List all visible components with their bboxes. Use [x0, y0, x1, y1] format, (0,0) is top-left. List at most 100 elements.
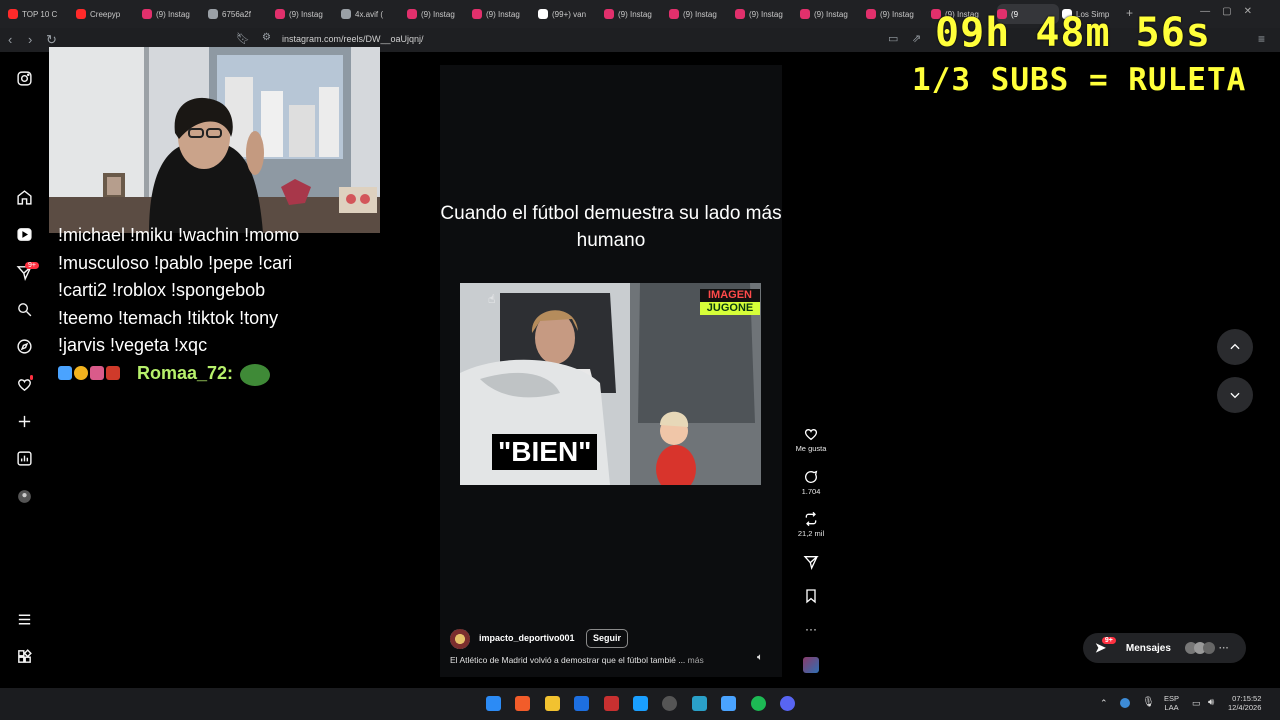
- profile-icon[interactable]: [14, 486, 34, 506]
- comment-count: 1.704: [801, 487, 821, 496]
- mouse-cursor-icon: ☝︎: [488, 292, 496, 306]
- language-indicator[interactable]: ESP LAA: [1164, 694, 1179, 712]
- video-tag-bottom: JUGONE: [700, 302, 760, 315]
- tab-favicon-icon: [800, 9, 810, 19]
- tab-favicon-icon: [538, 9, 548, 19]
- bing-icon[interactable]: [574, 696, 589, 711]
- cast-icon[interactable]: ▭: [888, 32, 898, 45]
- discord-icon[interactable]: [780, 696, 795, 711]
- tab-label: (9) Instag: [683, 9, 717, 19]
- save-button[interactable]: [795, 588, 827, 604]
- system-clock[interactable]: 07:15:52 12/4/2026: [1228, 694, 1261, 712]
- display-icon[interactable]: ▭: [1192, 698, 1201, 709]
- tray-expand-icon[interactable]: ⌃: [1100, 698, 1108, 709]
- create-icon[interactable]: [14, 411, 34, 431]
- forward-icon[interactable]: ›: [28, 32, 32, 47]
- brave-browser-icon[interactable]: [515, 696, 530, 711]
- spotify-icon[interactable]: [751, 696, 766, 711]
- browser-tab[interactable]: (9) Instag: [407, 4, 469, 24]
- calendar-app-icon[interactable]: [604, 696, 619, 711]
- back-icon[interactable]: ‹: [8, 32, 12, 47]
- chevron-down-icon: [1230, 392, 1240, 399]
- lang-bottom: LAA: [1164, 703, 1179, 712]
- explore-icon[interactable]: [14, 336, 34, 356]
- browser-tab[interactable]: (9) Instag: [142, 4, 204, 24]
- share-icon[interactable]: ⇗: [912, 32, 921, 45]
- capcut-icon[interactable]: [692, 696, 707, 711]
- maximize-icon[interactable]: ▢: [1222, 6, 1231, 17]
- next-reel-button[interactable]: [1217, 377, 1253, 413]
- obs-icon[interactable]: [662, 696, 677, 711]
- tab-favicon-icon: [735, 9, 745, 19]
- browser-tab[interactable]: (9) Instag: [735, 4, 797, 24]
- url-field[interactable]: instagram.com/reels/DW__oaUjqnj/: [282, 34, 424, 44]
- tab-favicon-icon: [604, 9, 614, 19]
- tab-label: (9) Instag: [749, 9, 783, 19]
- site-info-icon[interactable]: ⚙︎: [262, 32, 271, 43]
- file-explorer-icon[interactable]: [545, 696, 560, 711]
- browser-tab[interactable]: Creepyp: [76, 4, 138, 24]
- tab-label: (9) Instag: [618, 9, 652, 19]
- browser-tab[interactable]: 4x.avif (: [341, 4, 403, 24]
- description-text: El Atlético de Madrid volvió a demostrar…: [450, 655, 686, 665]
- cloud-icon[interactable]: [1120, 698, 1130, 708]
- previous-reel-button[interactable]: [1217, 329, 1253, 365]
- browser-tab[interactable]: TOP 10 C: [8, 4, 70, 24]
- bits-badge-icon: [106, 366, 120, 380]
- more-link[interactable]: más: [688, 655, 704, 665]
- repost-button[interactable]: 21,2 mil: [795, 511, 827, 538]
- volume-icon[interactable]: 🔈︎: [757, 652, 763, 663]
- tab-favicon-icon: [472, 9, 482, 19]
- notification-badge: 9+: [25, 262, 39, 269]
- tab-favicon-icon: [407, 9, 417, 19]
- chat-commands: !michael !miku !wachin !momo !musculoso …: [58, 222, 358, 360]
- bookmark-icon[interactable]: 🔖︎: [236, 32, 250, 45]
- author-name[interactable]: impacto_deportivo001: [479, 633, 575, 643]
- heart-dot-indicator: [30, 375, 33, 380]
- tab-favicon-icon: [275, 9, 285, 19]
- reels-icon[interactable]: [14, 224, 34, 244]
- menu-icon[interactable]: [14, 609, 34, 629]
- windows-start-icon[interactable]: [486, 696, 501, 711]
- steam-icon[interactable]: [633, 696, 648, 711]
- follow-button[interactable]: Seguir: [586, 629, 629, 648]
- reel-description[interactable]: El Atlético de Madrid volvió a demostrar…: [450, 655, 750, 665]
- browser-tab[interactable]: (9) Instag: [275, 4, 337, 24]
- tab-label: 4x.avif (: [355, 9, 384, 19]
- speaker-icon[interactable]: 🔊︎: [1208, 697, 1214, 708]
- browser-menu-icon[interactable]: ≡: [1258, 32, 1265, 46]
- bookmark-icon: [806, 589, 816, 604]
- more-apps-icon[interactable]: [14, 646, 34, 666]
- dashboard-icon[interactable]: [14, 448, 34, 468]
- messages-button[interactable]: ➤ 9+ Mensajes ···: [1083, 633, 1246, 663]
- search-icon[interactable]: [14, 299, 34, 319]
- author-avatar[interactable]: [450, 629, 470, 649]
- chevron-up-icon: [1230, 343, 1240, 350]
- browser-tab[interactable]: (9) Instag: [866, 4, 928, 24]
- share-button[interactable]: [795, 554, 827, 570]
- chat-line: !teemo !temach !tiktok !tony: [58, 307, 279, 328]
- avatar: [1202, 642, 1215, 654]
- close-window-icon[interactable]: ✕: [1244, 6, 1252, 17]
- chat-line: !michael !miku !wachin !momo: [58, 225, 300, 245]
- reload-icon[interactable]: ↻: [46, 32, 57, 48]
- audio-thumbnail-icon[interactable]: [803, 657, 819, 673]
- browser-tab[interactable]: (99+) van: [538, 4, 600, 24]
- sword-badge-icon: [58, 366, 72, 380]
- browser-tab[interactable]: (9) Instag: [800, 4, 862, 24]
- more-options-icon[interactable]: ···: [795, 622, 827, 636]
- browser-tab[interactable]: 6756a2f: [208, 4, 270, 24]
- notepad-icon[interactable]: [721, 696, 736, 711]
- browser-tab[interactable]: (9) Instag: [669, 4, 731, 24]
- chat-badges: [58, 366, 120, 380]
- like-button[interactable]: Me gusta: [795, 426, 827, 453]
- home-icon[interactable]: [14, 187, 34, 207]
- comment-button[interactable]: 1.704: [795, 469, 827, 496]
- chat-line: !carti2 !roblox !spongebob: [58, 280, 266, 300]
- microphone-icon[interactable]: 🎙︎: [1142, 697, 1155, 708]
- chat-line: !musculoso !pablo !pepe !cari: [58, 252, 293, 273]
- tab-favicon-icon: [76, 9, 86, 19]
- browser-tab[interactable]: (9) Instag: [604, 4, 666, 24]
- browser-tab[interactable]: (9) Instag: [472, 4, 534, 24]
- instagram-logo-icon[interactable]: [14, 68, 34, 88]
